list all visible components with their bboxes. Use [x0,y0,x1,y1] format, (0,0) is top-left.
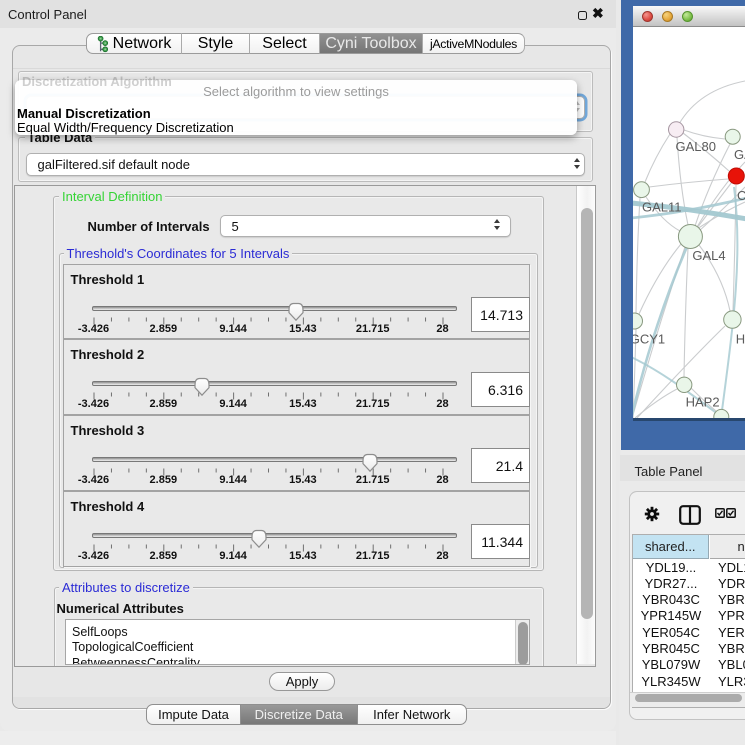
svg-text:C: C [737,188,745,203]
svg-text:GAL11: GAL11 [642,200,682,215]
svg-text:GCY1: GCY1 [633,332,665,347]
svg-text:HAP2: HAP2 [686,395,720,410]
svg-text:GAL4: GAL4 [692,248,725,263]
svg-text:GA: GA [734,147,745,162]
svg-text:H: H [736,332,745,347]
svg-text:GAL80: GAL80 [676,139,716,154]
